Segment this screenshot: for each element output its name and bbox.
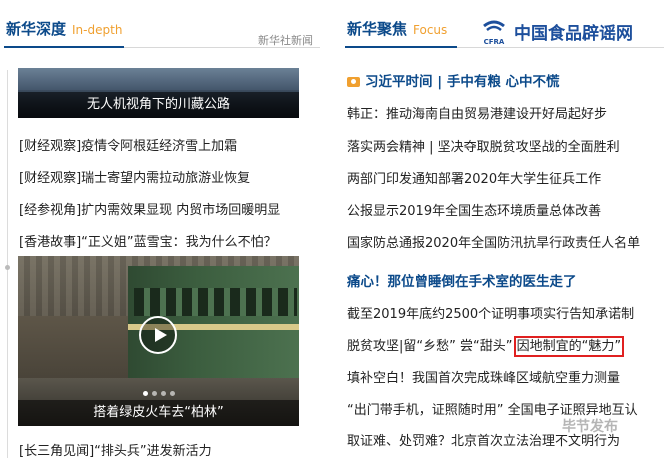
news-link[interactable]: [香港故事]“正义姐”蓝雪宝：我为什么不怕？	[19, 231, 277, 250]
carousel-dots[interactable]	[18, 391, 299, 396]
photo-caption: 搭着绿皮火车去“柏林”	[18, 400, 299, 426]
train-windows	[134, 288, 297, 316]
photo-sichuan-tibet-road[interactable]: 无人机视角下的川藏公路	[18, 68, 299, 118]
video-camera-icon	[347, 77, 360, 87]
section-title-en: Focus	[413, 23, 448, 37]
news-link[interactable]: [长三角见闻]“排头兵”进发新活力	[19, 440, 212, 459]
news-link[interactable]: [财经观察]瑞士寄望内需拉动旅游业恢复	[19, 167, 250, 186]
highlighted-news-link[interactable]: 因地制宜的“魅力”	[513, 336, 625, 357]
news-link[interactable]: [财经观察]疫情令阿根廷经济雪上加霜	[19, 135, 237, 154]
section-underline	[345, 46, 457, 48]
news-link[interactable]: 脱贫攻坚|留“乡愁” 尝“甜头”	[347, 339, 512, 354]
section-title-in-depth[interactable]: 新华深度 In-depth	[6, 18, 122, 44]
section-title-cn: 新华聚焦	[347, 20, 408, 38]
cfra-emblem-icon: CFRA	[483, 20, 505, 46]
news-link[interactable]: 国家防总通报2020年全国防汛抗旱行政责任人名单	[347, 232, 640, 251]
logo-text: 中国食品辟谣网	[514, 24, 633, 44]
news-link[interactable]: 两部门印发通知部署2020年大学生征兵工作	[347, 168, 601, 187]
photo-green-train[interactable]: 搭着绿皮火车去“柏林”	[18, 256, 299, 426]
news-link[interactable]: 韩正：推动海南自由贸易港建设开好局起好步	[347, 103, 607, 122]
timeline-dot	[5, 265, 10, 270]
play-icon[interactable]	[139, 316, 177, 354]
cfra-abbr: CFRA	[484, 38, 505, 46]
photo-caption: 无人机视角下的川藏公路	[18, 92, 299, 118]
news-link[interactable]: [经参视角]扩内需效果显现 内贸市场回暖明显	[19, 199, 280, 218]
section-underline	[4, 46, 124, 48]
news-link[interactable]: 落实两会精神 | 坚决夺取脱贫攻坚战的全面胜利	[347, 136, 620, 155]
news-line-combined: 脱贫攻坚|留“乡愁” 尝“甜头” 因地制宜的“魅力”	[347, 335, 625, 357]
headline-text: 习近平时间 | 手中有粮 心中不慌	[365, 74, 560, 90]
section-title-en: In-depth	[72, 23, 123, 37]
news-link[interactable]: 截至2019年底约2500个证明事项实行告知承诺制	[347, 303, 634, 322]
headline-link[interactable]: 习近平时间 | 手中有粮 心中不慌	[347, 70, 560, 90]
headline-link[interactable]: 痛心！那位曾睡倒在手术室的医生走了	[347, 270, 577, 290]
section-title-focus[interactable]: 新华聚焦 Focus	[347, 18, 447, 44]
more-link[interactable]: 新华社新闻	[258, 32, 313, 48]
news-link[interactable]: 填补空白！我国首次完成珠峰区域航空重力测量	[347, 367, 620, 386]
section-divider	[124, 47, 320, 48]
news-link[interactable]: 公报显示2019年全国生态环境质量总体改善	[347, 200, 601, 219]
cfra-logo[interactable]: CFRA 中国食品辟谣网	[478, 16, 664, 48]
section-title-cn: 新华深度	[6, 20, 67, 38]
timeline-line	[7, 70, 8, 458]
watermark: 毕节发布	[562, 419, 618, 435]
